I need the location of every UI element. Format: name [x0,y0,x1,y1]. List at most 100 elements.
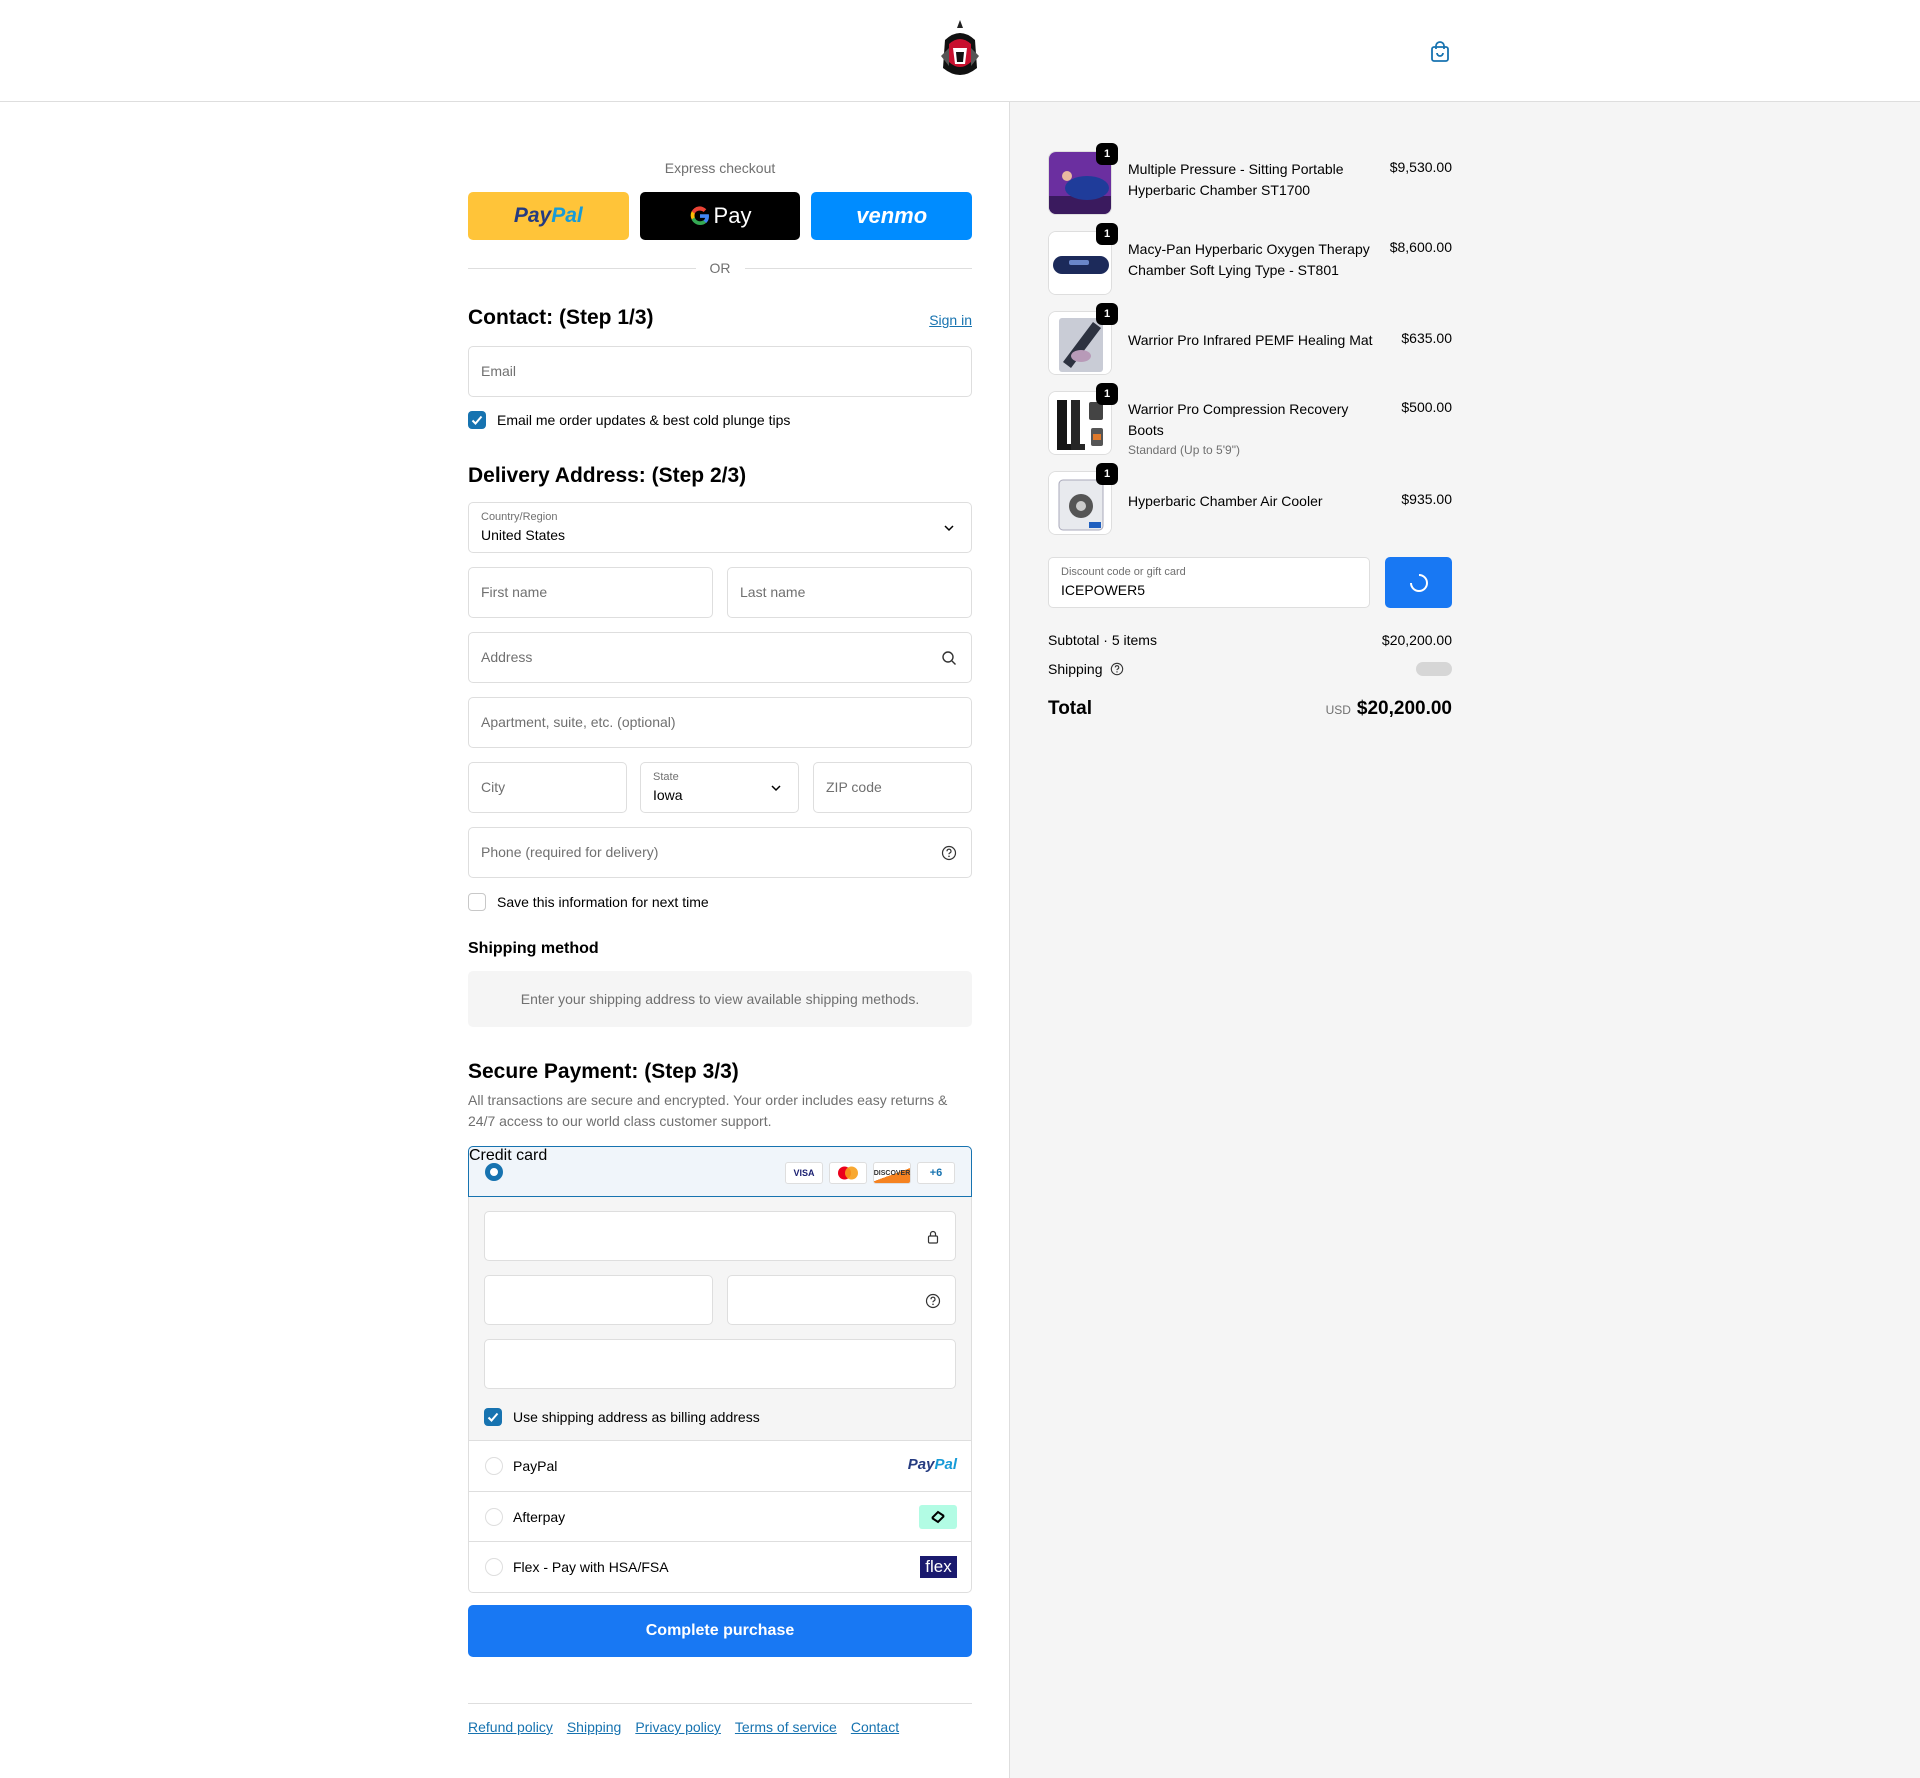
footer-divider [468,1703,972,1704]
total-label: Total [1048,698,1092,719]
line-item: 1 Hyperbaric Chamber Air Cooler $935.00 [1048,463,1452,535]
subtotal-value: $20,200.00 [1381,632,1452,648]
quantity-badge: 1 [1096,383,1118,405]
email-updates-label: Email me order updates & best cold plung… [497,412,791,428]
chevron-down-icon [944,525,954,532]
discount-code-field[interactable]: Discount code or gift card ICEPOWER5 [1048,557,1370,608]
payment-heading: Secure Payment: (Step 3/3) [468,1060,739,1083]
subtotal-row: Subtotal · 5 items $20,200.00 [1048,632,1452,648]
item-price: $8,600.00 [1389,239,1452,255]
first-name-field[interactable]: First name [468,567,713,618]
country-select[interactable]: Country/Region United States [468,502,972,553]
payment-methods: Credit card VISA DISCOVER +6 Use shippin… [468,1146,972,1593]
currency-code: USD [1325,703,1351,717]
save-info-label: Save this information for next time [497,894,709,910]
item-price: $935.00 [1401,491,1452,507]
security-code-field[interactable] [727,1275,956,1325]
item-name: Macy-Pan Hyperbaric Oxygen Therapy Chamb… [1128,241,1370,278]
email-updates-checkbox[interactable] [468,411,486,429]
paypal-radio[interactable] [485,1457,503,1475]
line-item: 1 Warrior Pro Compression Recovery Boots… [1048,383,1452,457]
or-divider: OR [468,258,972,278]
total-row: Total USD $20,200.00 [1048,698,1452,728]
quantity-badge: 1 [1096,303,1118,325]
line-item: 1 Multiple Pressure - Sitting Portable H… [1048,143,1452,215]
save-info-checkbox[interactable] [468,893,486,911]
state-select[interactable]: State Iowa [640,762,799,813]
paypal-option[interactable]: PayPal PayPal [469,1441,971,1491]
flex-option[interactable]: Flex - Pay with HSA/FSA flex [469,1541,971,1592]
help-icon[interactable] [925,1293,941,1309]
apply-discount-button[interactable] [1385,557,1452,608]
privacy-policy-link[interactable]: Privacy policy [635,1719,721,1735]
city-field[interactable]: City [468,762,627,813]
delivery-heading: Delivery Address: (Step 2/3) [468,464,747,487]
item-price: $500.00 [1401,399,1452,415]
name-on-card-field[interactable] [484,1339,956,1389]
item-price: $9,530.00 [1389,159,1452,175]
lock-icon [927,1230,939,1244]
billing-same-label: Use shipping address as billing address [513,1409,760,1425]
complete-purchase-button[interactable]: Complete purchase [468,1605,972,1657]
shipping-method-heading: Shipping method [468,940,599,957]
paypal-express-button[interactable]: PayPal [468,192,629,240]
shipping-method-notice: Enter your shipping address to view avai… [468,971,972,1027]
item-name: Warrior Pro Compression Recovery Boots S… [1128,399,1388,459]
apartment-field[interactable]: Apartment, suite, etc. (optional) [468,697,972,748]
item-name: Hyperbaric Chamber Air Cooler [1128,493,1323,509]
refund-policy-link[interactable]: Refund policy [468,1719,553,1735]
line-item: 1 Warrior Pro Infrared PEMF Healing Mat … [1048,303,1452,375]
quantity-badge: 1 [1096,223,1118,245]
billing-same-checkbox[interactable] [484,1408,502,1426]
quantity-badge: 1 [1096,463,1118,485]
subtotal-label: Subtotal · 5 items [1048,632,1157,648]
discover-logo: DISCOVER [873,1162,911,1184]
last-name-field[interactable]: Last name [727,567,972,618]
item-name: Multiple Pressure - Sitting Portable Hyp… [1128,161,1344,198]
contact-link[interactable]: Contact [851,1719,899,1735]
google-pay-button[interactable]: Pay [639,192,801,240]
phone-field[interactable]: Phone (required for delivery) [468,827,972,878]
credit-card-radio[interactable] [485,1163,503,1181]
credit-card-option[interactable]: Credit card VISA DISCOVER +6 [468,1146,972,1197]
help-icon[interactable] [1110,662,1124,676]
google-g-icon [690,206,709,225]
mastercard-logo [829,1162,867,1184]
express-checkout-buttons: PayPal Pay venmo [468,192,973,240]
expiration-date-field[interactable] [484,1275,713,1325]
item-name: Warrior Pro Infrared PEMF Healing Mat [1128,332,1373,348]
flex-radio[interactable] [485,1558,503,1576]
visa-logo: VISA [785,1162,823,1184]
header [0,0,1920,102]
shipping-value-placeholder [1416,662,1452,676]
flex-logo: flex [920,1556,957,1578]
card-logos: VISA DISCOVER +6 [785,1162,955,1184]
contact-heading: Contact: (Step 1/3) [468,306,654,329]
footer-links: Refund policy Shipping Privacy policy Te… [468,1719,899,1735]
shopping-bag-icon[interactable] [1428,40,1452,64]
zip-field[interactable]: ZIP code [813,762,972,813]
quantity-badge: 1 [1096,143,1118,165]
loading-spinner-icon [1410,574,1428,592]
venmo-button[interactable]: venmo [811,192,973,240]
search-icon [942,651,956,665]
card-number-field[interactable] [484,1211,956,1261]
express-checkout-label: Express checkout [664,160,776,176]
total-amount: USD $20,200.00 [1325,698,1452,719]
shipping-label: Shipping [1048,661,1103,677]
help-icon[interactable] [941,845,957,861]
terms-of-service-link[interactable]: Terms of service [735,1719,837,1735]
shipping-row: Shipping [1048,660,1452,677]
afterpay-option[interactable]: Afterpay [469,1491,971,1541]
afterpay-logo [919,1505,957,1529]
line-item: 1 Macy-Pan Hyperbaric Oxygen Therapy Cha… [1048,223,1452,295]
shipping-policy-link[interactable]: Shipping [567,1719,622,1735]
address-field[interactable]: Address [468,632,972,683]
afterpay-radio[interactable] [485,1508,503,1526]
email-field[interactable]: Email [468,346,972,397]
credit-card-form: Use shipping address as billing address [469,1197,971,1441]
payment-description: All transactions are secure and encrypte… [468,1092,948,1129]
sign-in-link[interactable]: Sign in [929,312,972,328]
item-variant: Standard (Up to 5'9") [1128,443,1240,457]
knight-helmet-logo[interactable] [935,18,985,82]
